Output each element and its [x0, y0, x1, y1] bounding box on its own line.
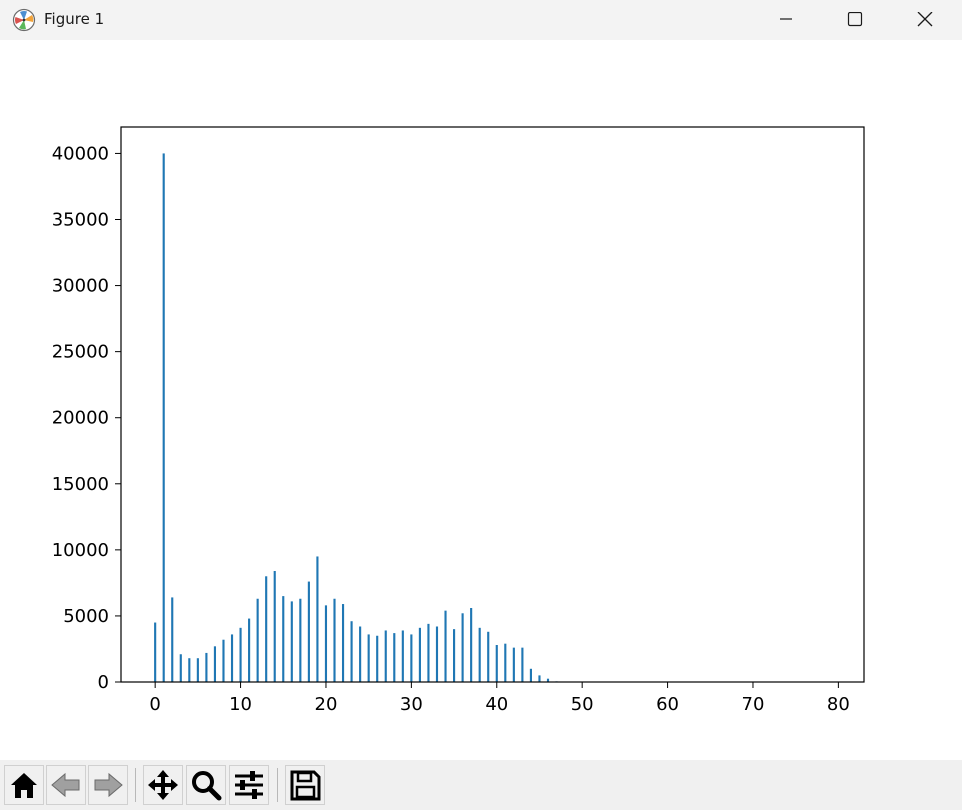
bar: [188, 658, 191, 682]
bar: [538, 675, 541, 682]
bar: [273, 571, 276, 682]
bar: [230, 634, 234, 682]
minimize-button[interactable]: [763, 0, 809, 40]
zoom-button[interactable]: [186, 765, 226, 805]
pan-move-icon: [148, 770, 178, 800]
bar: [410, 634, 413, 682]
bar: [154, 622, 157, 682]
x-tick-label: 30: [400, 694, 423, 715]
home-icon: [11, 773, 37, 798]
bar: [367, 634, 370, 682]
bar: [239, 627, 242, 682]
bar: [282, 596, 285, 682]
bar: [324, 605, 328, 682]
bar: [487, 631, 490, 682]
y-tick-label: 40000: [52, 143, 109, 164]
bar: [307, 581, 310, 682]
x-tick-label: 80: [827, 694, 850, 715]
bar: [196, 658, 199, 682]
bar: [299, 598, 302, 682]
window-title: Figure 1: [44, 10, 105, 28]
y-tick-label: 25000: [52, 342, 109, 363]
bar: [478, 627, 481, 682]
save-button[interactable]: [285, 765, 325, 805]
bar: [521, 647, 524, 682]
close-button[interactable]: [902, 0, 948, 40]
plot-frame: [120, 126, 865, 683]
bar: [512, 647, 515, 682]
bar: [333, 598, 336, 682]
bar: [248, 618, 251, 682]
x-tick-label: 60: [656, 694, 679, 715]
bar-series: [154, 153, 584, 682]
forward-arrow-icon: [94, 772, 123, 798]
y-tick-label: 5000: [63, 606, 109, 627]
pan-button[interactable]: [143, 765, 183, 805]
x-tick-label: 40: [485, 694, 508, 715]
back-button[interactable]: [46, 765, 86, 805]
zoom-magnifier-icon: [192, 771, 222, 801]
bar: [393, 633, 396, 682]
y-tick-label: 30000: [52, 276, 109, 297]
bar: [495, 645, 498, 682]
y-tick-label: 20000: [52, 408, 109, 429]
bar: [213, 646, 217, 682]
bar: [359, 626, 362, 682]
bar: [444, 610, 447, 682]
bar: [461, 613, 464, 682]
bar: [256, 598, 259, 682]
toolbar-separator: [135, 768, 136, 802]
bar: [205, 652, 208, 682]
toolbar-separator: [277, 768, 278, 802]
maximize-button[interactable]: [832, 0, 878, 40]
bar: [350, 621, 353, 682]
navigation-toolbar: [0, 760, 962, 810]
y-tick-label: 35000: [52, 210, 109, 231]
bar: [341, 604, 345, 682]
bar: [418, 627, 421, 682]
bar: [179, 654, 182, 682]
y-tick-label: 15000: [52, 474, 109, 495]
x-tick-label: 70: [742, 694, 765, 715]
close-icon: [917, 12, 933, 27]
bar: [376, 635, 379, 682]
bar: [470, 608, 473, 682]
bar: [435, 626, 439, 682]
matplotlib-app-icon: [12, 8, 36, 32]
minimize-icon: [780, 18, 792, 20]
bar: [222, 639, 225, 682]
bar: [290, 601, 293, 682]
bar: [427, 623, 430, 682]
bar: [453, 629, 456, 682]
x-tick-label: 20: [315, 694, 338, 715]
figure-canvas[interactable]: 0 10 20 30 40 50 60 70 80 0 5000 10000 15000 20000 25…: [0, 40, 962, 760]
save-disk-icon: [290, 770, 321, 801]
maximize-icon: [847, 12, 863, 27]
bar: [171, 597, 174, 682]
y-axis: 0 5000 10000 15000 20000 25000 30000 35000 40000: [52, 143, 121, 693]
bar: [384, 630, 387, 682]
window-titlebar: Figure 1: [0, 0, 962, 40]
bar: [265, 576, 268, 682]
configure-subplots-icon: [235, 771, 263, 799]
configure-subplots-button[interactable]: [229, 765, 269, 805]
bar: [504, 643, 507, 682]
bar-chart: 0 10 20 30 40 50 60 70 80 0 5000 10000 15000 20000 25…: [52, 126, 865, 715]
back-arrow-icon: [51, 772, 80, 798]
y-tick-label: 10000: [52, 540, 109, 561]
home-button[interactable]: [4, 765, 44, 805]
x-tick-label: 50: [571, 694, 594, 715]
bar: [401, 630, 404, 682]
x-axis: 0 10 20 30 40 50 60 70 80: [149, 682, 850, 715]
bar: [162, 153, 165, 682]
x-tick-label: 10: [229, 694, 252, 715]
y-tick-label: 0: [98, 672, 109, 693]
x-tick-label: 0: [149, 694, 160, 715]
forward-button[interactable]: [88, 765, 128, 805]
bar: [529, 668, 532, 682]
bar: [316, 556, 319, 682]
